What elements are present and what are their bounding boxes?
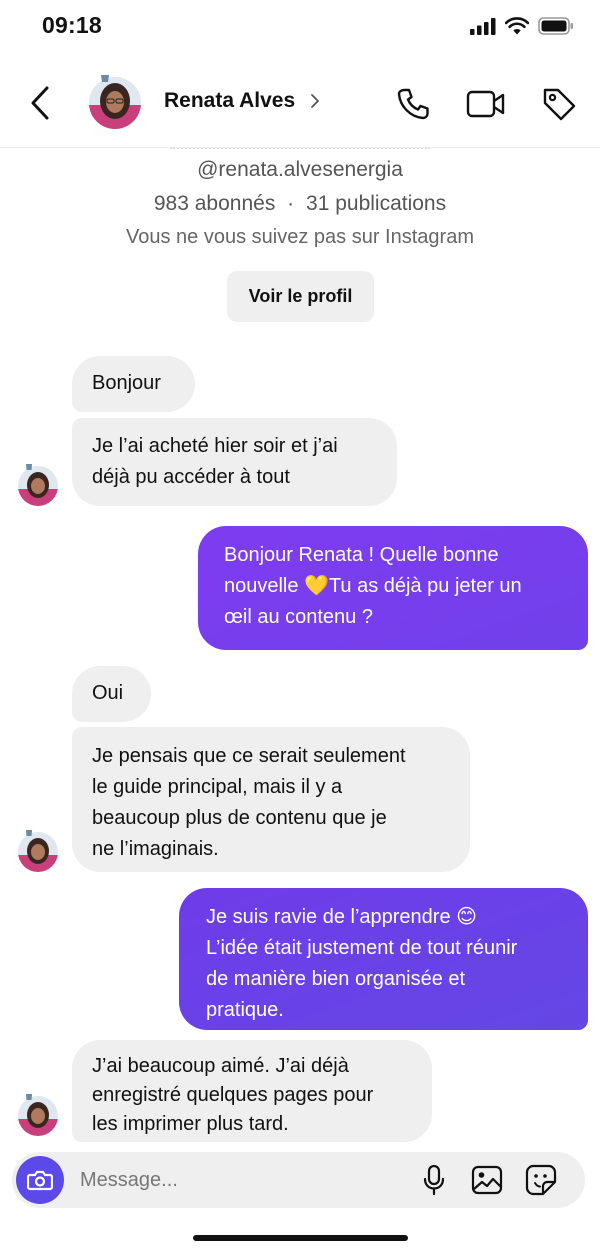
message-bubble-incoming[interactable]: Je l’ai acheté hier soir et j’ai déjà pu… (72, 418, 397, 506)
status-bar: 09:18 (0, 0, 600, 56)
message-line: J’ai beaucoup aimé. J’ai déjà (92, 1055, 349, 1077)
tag-icon (543, 88, 576, 121)
microphone-icon (423, 1164, 445, 1196)
chevron-left-icon (31, 86, 49, 120)
message-line: les imprimer plus tard. (92, 1113, 289, 1135)
contact-avatar[interactable] (87, 71, 143, 129)
message-line: pratique. (206, 999, 284, 1021)
sticker-icon (525, 1164, 557, 1196)
message-line: enregistré quelques pages pour (92, 1084, 374, 1106)
contact-name[interactable]: Renata Alves (164, 89, 295, 113)
sender-avatar[interactable] (16, 828, 60, 872)
chat-header: Renata Alves (0, 56, 600, 148)
message-line: Bonjour Renata ! Quelle bonne (224, 544, 499, 566)
sender-avatar[interactable] (16, 462, 60, 506)
message-line: Je l’ai acheté hier soir et j’ai (92, 435, 338, 457)
message-line: de manière bien organisée et (206, 968, 466, 990)
home-indicator[interactable] (193, 1235, 408, 1241)
followers-count: 983 abonnés (153, 192, 276, 215)
message-input[interactable] (80, 1162, 380, 1198)
message-line: L’idée était justement de tout réunir (206, 937, 518, 959)
message-line: œil au contenu ? (224, 606, 373, 628)
message-bubble-incoming[interactable]: Bonjour (72, 356, 195, 412)
message-bubble-incoming[interactable]: J’ai beaucoup aimé. J’ai déjà enregistré… (72, 1040, 432, 1142)
battery-icon (538, 17, 573, 35)
sticker-button[interactable] (523, 1162, 559, 1198)
message-line: nouvelle 💛Tu as déjà pu jeter un (224, 575, 522, 597)
view-profile-button[interactable]: Voir le profil (227, 271, 374, 322)
profile-handle: @renata.alvesenergia (197, 158, 403, 181)
image-icon (471, 1165, 503, 1195)
voice-message-button[interactable] (416, 1162, 452, 1198)
message-line: Je suis ravie de l’apprendre 😊 (206, 906, 477, 928)
message-composer (12, 1152, 585, 1208)
follow-status-note: Vous ne vous suivez pas sur Instagram (126, 226, 474, 248)
camera-button[interactable] (16, 1156, 64, 1204)
message-line: beaucoup plus de contenu que je (92, 807, 387, 829)
message-line: déjà pu accéder à tout (92, 466, 290, 488)
message-text: Bonjour (92, 372, 161, 394)
phone-icon (397, 88, 429, 120)
profile-stats: 983 abonnés · 31 publications (0, 192, 600, 216)
gallery-button[interactable] (469, 1162, 505, 1198)
wifi-icon (505, 17, 529, 35)
audio-call-button[interactable] (393, 84, 433, 124)
message-line: ne l’imaginais. (92, 838, 219, 860)
tag-button[interactable] (539, 84, 579, 124)
message-line: le guide principal, mais il y a (92, 776, 343, 798)
sender-avatar[interactable] (16, 1092, 60, 1136)
message-bubble-outgoing[interactable]: Bonjour Renata ! Quelle bonne nouvelle 💛… (198, 526, 588, 650)
video-camera-icon (466, 90, 505, 118)
stats-separator: · (287, 192, 295, 215)
message-bubble-incoming[interactable]: Je pensais que ce serait seulement le gu… (72, 727, 470, 872)
posts-count: 31 publications (306, 192, 447, 215)
camera-icon (27, 1170, 53, 1191)
video-call-button[interactable] (466, 84, 506, 124)
message-line: Je pensais que ce serait seulement (92, 745, 406, 767)
message-text: Oui (92, 682, 124, 704)
message-bubble-outgoing[interactable]: Je suis ravie de l’apprendre 😊 L’idée ét… (179, 888, 588, 1030)
message-bubble-incoming[interactable]: Oui (72, 666, 151, 722)
back-button[interactable] (22, 84, 58, 122)
scroll-fade-line (170, 148, 430, 156)
status-icons (470, 17, 574, 35)
cellular-signal-icon (470, 17, 496, 35)
chevron-right-icon[interactable] (310, 93, 320, 109)
status-time: 09:18 (42, 12, 102, 38)
